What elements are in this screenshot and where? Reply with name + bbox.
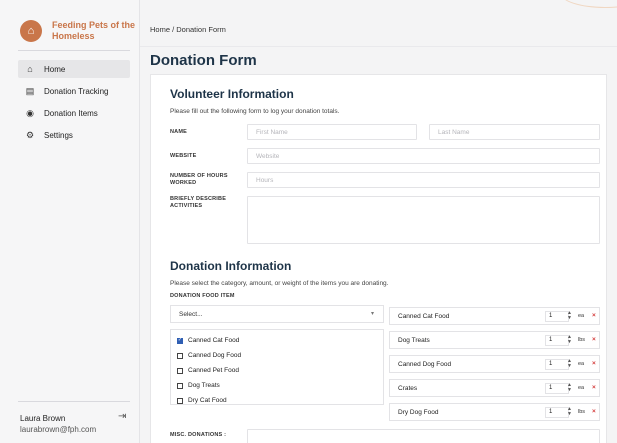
sidebar-item-label: Settings xyxy=(44,130,73,140)
stepper-icon[interactable]: ▲ ▼ xyxy=(567,335,572,345)
quantity-input[interactable]: 1 xyxy=(545,335,569,346)
donation-row: Canned Cat Food 1 ▲ ▼ ea × xyxy=(389,307,600,325)
stepper-icon[interactable]: ▲ ▼ xyxy=(567,359,572,369)
sidebar-item-label: Donation Items xyxy=(44,108,98,118)
checklist-item[interactable]: Canned Pet Food xyxy=(171,363,383,378)
stepper-icon[interactable]: ▲ ▼ xyxy=(567,311,572,321)
remove-icon[interactable]: × xyxy=(592,336,596,343)
document-icon: ▤ xyxy=(25,85,35,96)
page-title: Donation Form xyxy=(150,52,257,69)
checkbox-icon[interactable] xyxy=(177,397,183,404)
food-item-select[interactable]: Select... ▾ xyxy=(170,305,384,323)
sidebar-nav: ⌂ Home ▤ Donation Tracking ◉ Donation It… xyxy=(18,60,130,148)
quantity-input[interactable]: 1 xyxy=(545,383,569,394)
sidebar-item-settings[interactable]: ⚙ Settings xyxy=(18,126,130,144)
remove-icon[interactable]: × xyxy=(592,360,596,367)
select-value: Select... xyxy=(179,310,203,318)
donation-row: Dog Treats 1 ▲ ▼ lbs × xyxy=(389,331,600,349)
donation-row: Dry Dog Food 1 ▲ ▼ lbs × xyxy=(389,403,600,421)
header-divider xyxy=(140,46,617,47)
donation-item-name: Canned Dog Food xyxy=(398,360,452,368)
user-info: Laura Brown laurabrown@fph.com xyxy=(20,413,96,435)
checklist-item[interactable]: Dry Cat Food xyxy=(171,393,383,408)
sidebar-item-donation-items[interactable]: ◉ Donation Items xyxy=(18,104,130,122)
quantity-input[interactable]: 1 xyxy=(545,359,569,370)
stepper-icon[interactable]: ▲ ▼ xyxy=(567,407,572,417)
checklist-label: Canned Dog Food xyxy=(188,352,242,359)
sidebar-item-label: Home xyxy=(44,64,66,74)
checkbox-icon[interactable] xyxy=(177,382,183,389)
donation-item-name: Dog Treats xyxy=(398,336,430,344)
stepper-icon[interactable]: ▲ ▼ xyxy=(567,383,572,393)
house-pet-icon: ⌂ xyxy=(20,20,42,42)
donation-item-name: Dry Dog Food xyxy=(398,408,439,416)
checklist-label: Dry Cat Food xyxy=(188,397,227,404)
donation-row: Crates 1 ▲ ▼ ea × xyxy=(389,379,600,397)
breadcrumb: Home / Donation Form xyxy=(150,25,226,34)
name-label: NAME xyxy=(170,129,187,135)
sidebar-divider xyxy=(18,50,130,51)
main-content: Home / Donation Form Donation Form Volun… xyxy=(140,0,617,443)
volunteer-section-description: Please fill out the following form to lo… xyxy=(170,108,340,115)
donation-form-card: Volunteer Information Please fill out th… xyxy=(150,74,607,443)
decorative-shape xyxy=(560,0,617,8)
checklist-label: Canned Pet Food xyxy=(188,367,239,374)
unit-label: lbs xyxy=(578,337,586,343)
user-name: Laura Brown xyxy=(20,414,66,423)
checklist-label: Canned Cat Food xyxy=(188,337,240,344)
food-item-checklist: ✓ Canned Cat Food Canned Dog Food Canned… xyxy=(170,329,384,405)
heart-icon: ◉ xyxy=(26,107,34,118)
checklist-item[interactable]: Dog Treats xyxy=(171,378,383,393)
remove-icon[interactable]: × xyxy=(592,408,596,415)
sidebar-item-home[interactable]: ⌂ Home xyxy=(18,60,130,78)
checkbox-icon[interactable] xyxy=(177,367,183,374)
unit-label: ea xyxy=(578,313,585,319)
unit-label: lbs xyxy=(578,409,586,415)
hours-input[interactable] xyxy=(247,172,600,188)
donation-food-label: DONATION FOOD ITEM xyxy=(170,293,235,299)
hours-label: NUMBER OF HOURS WORKED xyxy=(170,173,228,186)
sidebar-divider xyxy=(18,401,130,402)
last-name-input[interactable] xyxy=(429,124,600,140)
website-label: WEBSITE xyxy=(170,153,197,159)
sidebar-item-label: Donation Tracking xyxy=(44,86,109,96)
remove-icon[interactable]: × xyxy=(592,312,596,319)
activities-label: BRIEFLY DESCRIBE ACTIVITIES xyxy=(170,196,227,209)
checkbox-icon[interactable] xyxy=(177,352,183,359)
checklist-item[interactable]: ✓ Canned Cat Food xyxy=(171,333,383,348)
brand[interactable]: ⌂ Feeding Pets of the Homeless xyxy=(20,20,142,42)
checklist-item[interactable]: Canned Dog Food xyxy=(171,348,383,363)
donation-section-title: Donation Information xyxy=(170,259,292,273)
donation-row: Canned Dog Food 1 ▲ ▼ ea × xyxy=(389,355,600,373)
quantity-input[interactable]: 1 xyxy=(545,311,569,322)
unit-label: ea xyxy=(578,361,585,367)
user-email: laurabrown@fph.com xyxy=(20,425,97,434)
donation-item-name: Crates xyxy=(398,384,418,392)
sidebar-item-donation-tracking[interactable]: ▤ Donation Tracking xyxy=(18,82,130,100)
brand-name: Feeding Pets of the Homeless xyxy=(52,20,136,41)
checkbox-checked-icon[interactable]: ✓ xyxy=(177,337,183,344)
website-input[interactable] xyxy=(247,148,600,164)
gear-icon: ⚙ xyxy=(25,129,35,140)
donation-item-name: Canned Cat Food xyxy=(398,312,450,320)
activities-textarea[interactable] xyxy=(247,196,600,244)
chevron-down-icon: ▾ xyxy=(370,311,374,317)
donation-section-description: Please select the category, amount, or w… xyxy=(170,280,389,287)
checklist-label: Dog Treats xyxy=(188,382,220,389)
remove-icon[interactable]: × xyxy=(592,384,596,391)
home-icon: ⌂ xyxy=(27,64,33,74)
quantity-input[interactable]: 1 xyxy=(545,407,569,418)
misc-donations-label: MISC. DONATIONS : xyxy=(170,432,227,438)
first-name-input[interactable] xyxy=(247,124,417,140)
unit-label: ea xyxy=(578,385,585,391)
misc-donations-input[interactable] xyxy=(247,429,600,443)
logout-icon[interactable]: ⇥ xyxy=(118,411,126,422)
sidebar: ⌂ Feeding Pets of the Homeless ⌂ Home ▤ … xyxy=(0,0,140,443)
volunteer-section-title: Volunteer Information xyxy=(170,87,294,101)
